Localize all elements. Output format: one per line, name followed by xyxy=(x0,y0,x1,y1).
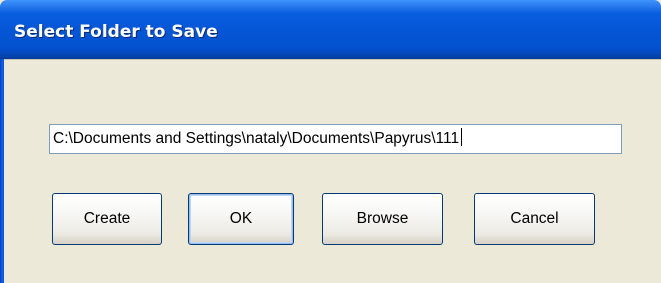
ok-button-label: OK xyxy=(229,210,253,227)
dialog-title: Select Folder to Save xyxy=(14,22,218,42)
browse-button-label: Browse xyxy=(356,210,409,227)
select-folder-dialog: Select Folder to Save C:\Documents and S… xyxy=(0,0,661,283)
create-button-label: Create xyxy=(83,210,131,227)
create-button[interactable]: Create xyxy=(52,193,162,245)
client-area-divider xyxy=(4,59,661,60)
cancel-button-label: Cancel xyxy=(510,210,559,227)
browse-button[interactable]: Browse xyxy=(322,193,443,245)
window-left-border xyxy=(0,59,4,283)
folder-path-text: C:\Documents and Settings\nataly\Documen… xyxy=(53,130,460,147)
ok-button[interactable]: OK xyxy=(188,193,294,245)
cancel-button[interactable]: Cancel xyxy=(474,193,595,245)
title-bar[interactable]: Select Folder to Save xyxy=(0,0,661,59)
text-caret xyxy=(461,128,463,146)
folder-path-input[interactable]: C:\Documents and Settings\nataly\Documen… xyxy=(49,124,622,154)
